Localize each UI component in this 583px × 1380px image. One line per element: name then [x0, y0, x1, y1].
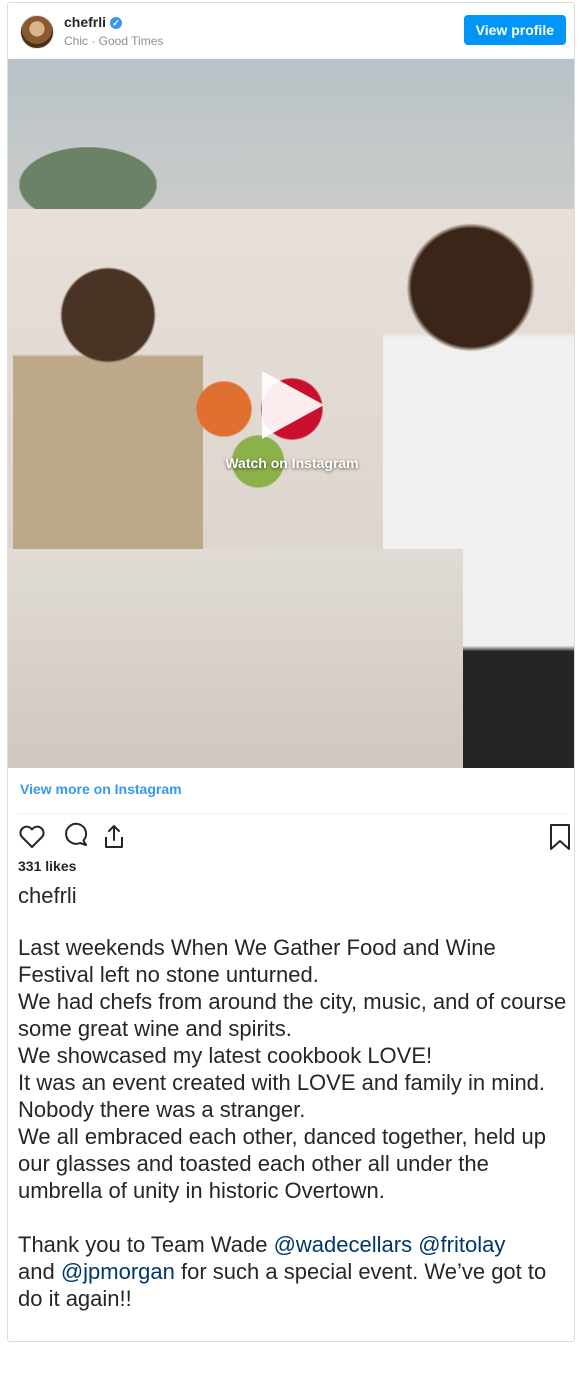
avatar[interactable]: [20, 15, 54, 49]
video-thumbnail[interactable]: Watch on Instagram: [8, 59, 574, 768]
heart-icon[interactable]: [18, 821, 46, 853]
instagram-embed-card: chefrli ✓ Chic · Good Times View profile …: [7, 2, 575, 1342]
photo-podium: [8, 549, 463, 768]
comment-icon[interactable]: [62, 821, 90, 853]
view-more-link[interactable]: View more on Instagram: [20, 781, 182, 797]
action-bar: [18, 821, 570, 855]
location-subtitle[interactable]: Chic · Good Times: [64, 34, 163, 48]
divider: [18, 813, 566, 814]
likes-count[interactable]: 331 likes: [18, 858, 76, 874]
mention-link[interactable]: @wadecellars: [274, 1232, 413, 1257]
mention-link[interactable]: @fritolay: [418, 1232, 505, 1257]
bookmark-icon[interactable]: [546, 821, 574, 853]
caption-username[interactable]: chefrli: [18, 883, 77, 909]
mention-link[interactable]: @jpmorgan: [61, 1259, 175, 1284]
post-caption: Last weekends When We Gather Food and Wi…: [18, 934, 568, 1312]
watch-on-instagram-label[interactable]: Watch on Instagram: [8, 455, 574, 471]
verified-badge-icon: ✓: [110, 17, 123, 29]
caption-text: Last weekends When We Gather Food and Wi…: [18, 935, 567, 1257]
play-icon[interactable]: [262, 371, 324, 439]
view-profile-button[interactable]: View profile: [463, 15, 566, 45]
post-header: chefrli ✓ Chic · Good Times View profile: [8, 3, 574, 59]
caption-text-and: and: [18, 1259, 61, 1284]
username-text: chefrli: [64, 14, 107, 30]
username-link[interactable]: chefrli ✓: [64, 14, 123, 30]
share-icon[interactable]: [100, 821, 128, 853]
